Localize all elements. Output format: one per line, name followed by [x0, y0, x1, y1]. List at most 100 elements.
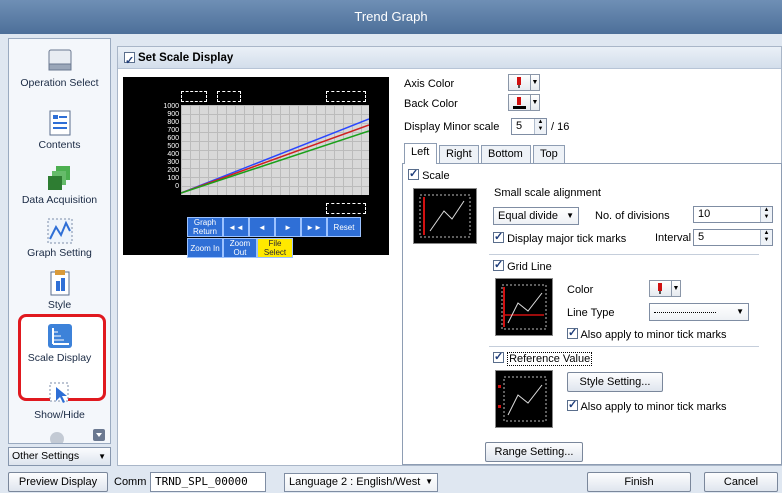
back-color-label: Back Color — [404, 98, 458, 110]
file-select-button[interactable]: File Select — [257, 238, 293, 258]
chevron-down-icon: ▼ — [530, 75, 539, 90]
scale-display-icon — [46, 322, 74, 350]
sidebar-item-show-hide[interactable]: Show/Hide — [9, 379, 110, 421]
zoom-in-button[interactable]: Zoom In — [187, 238, 223, 258]
grid-line-preview-image — [495, 278, 553, 336]
chevron-down-icon: ▼ — [425, 477, 433, 486]
minor-scale-value: 5 — [516, 120, 523, 132]
sidebar-item-label: Show/Hide — [34, 409, 85, 421]
scale-checkbox-row[interactable]: Scale — [408, 167, 450, 182]
spinner-arrows-icon[interactable]: ▲ ▼ — [760, 207, 772, 222]
finish-button[interactable]: Finish — [587, 472, 691, 492]
sidebar-scroll[interactable] — [9, 427, 110, 443]
cancel-button[interactable]: Cancel — [704, 472, 778, 492]
y-tick-label: 300 — [167, 159, 179, 166]
small-scale-alignment-label: Small scale alignment — [494, 187, 601, 199]
set-scale-display-header: Set Scale Display — [118, 47, 781, 72]
style-setting-button[interactable]: Style Setting... — [567, 372, 663, 392]
grid-line-checkbox-row[interactable]: Grid Line — [493, 258, 552, 273]
preview-button-row-2: Zoom In Zoom Out File Select — [187, 238, 293, 258]
other-settings-label: Other Settings — [12, 450, 80, 462]
contents-icon — [46, 109, 74, 137]
tab-top[interactable]: Top — [533, 145, 565, 163]
sidebar-item-scale-display[interactable]: Scale Display — [9, 322, 110, 364]
pen-icon — [658, 283, 662, 294]
line-type-select[interactable]: ▼ — [649, 303, 749, 321]
reset-button[interactable]: Reset — [327, 217, 361, 237]
axis-color-picker[interactable]: ▼ — [508, 74, 540, 91]
sidebar: Operation Select Contents Data Acquisiti… — [8, 38, 111, 444]
sidebar-item-graph-setting[interactable]: Graph Setting — [9, 217, 110, 259]
alignment-select[interactable]: Equal divide ▼ — [493, 207, 579, 225]
reference-also-apply-row[interactable]: Also apply to minor tick marks — [567, 398, 727, 413]
reference-value-label: Reference Value — [507, 352, 593, 366]
tab-right[interactable]: Right — [439, 145, 479, 163]
sidebar-item-operation-select[interactable]: Operation Select — [9, 47, 110, 89]
gear-icon — [49, 429, 105, 443]
dotted-line-icon — [654, 312, 716, 313]
reference-also-apply-label: Also apply to minor tick marks — [580, 401, 727, 413]
reference-value-checkbox[interactable] — [493, 350, 504, 363]
footer-bar: Preview Display Comm TRND_SPL_00000 Lang… — [0, 469, 782, 493]
grid-also-apply-row[interactable]: Also apply to minor tick marks — [567, 326, 727, 341]
tab-bottom[interactable]: Bottom — [481, 145, 531, 163]
y-tick-label: 800 — [167, 119, 179, 126]
comm-label: Comm — [114, 476, 147, 488]
back-color-picker[interactable]: ▼ — [508, 94, 540, 111]
chevron-down-icon: ▼ — [98, 452, 106, 461]
interval-spinner[interactable]: 5 ▲ ▼ — [693, 229, 773, 246]
graph-return-button[interactable]: Graph Return — [187, 217, 223, 237]
reference-also-apply-checkbox[interactable] — [567, 398, 578, 411]
language-select[interactable]: Language 2 : English/West ▼ — [284, 473, 438, 492]
tab-left[interactable]: Left — [404, 143, 437, 164]
comm-field[interactable]: TRND_SPL_00000 — [150, 472, 266, 492]
scale-checkbox[interactable] — [408, 167, 419, 180]
sidebar-item-style[interactable]: Style — [9, 269, 110, 311]
grid-line-label: Grid Line — [507, 261, 552, 273]
chevron-down-icon: ▼ — [671, 281, 680, 296]
display-major-tick-marks-row[interactable]: Display major tick marks — [493, 230, 626, 245]
zoom-out-button[interactable]: Zoom Out — [223, 238, 257, 258]
chevron-down-icon: ▼ — [566, 211, 574, 220]
display-minor-scale-label: Display Minor scale — [404, 121, 500, 133]
grid-color-picker[interactable]: ▼ — [649, 280, 681, 297]
set-scale-display-checkbox[interactable] — [124, 50, 135, 72]
display-major-tick-marks-checkbox[interactable] — [493, 230, 504, 243]
minor-scale-spinner[interactable]: 5 ▲ ▼ — [511, 118, 547, 135]
reference-value-preview-image — [495, 370, 553, 428]
grid-also-apply-checkbox[interactable] — [567, 326, 578, 339]
show-hide-icon — [46, 379, 74, 407]
no-of-divisions-spinner[interactable]: 10 ▲ ▼ — [693, 206, 773, 223]
step-forward-button[interactable]: ► — [275, 217, 301, 237]
preview-display-button[interactable]: Preview Display — [8, 472, 108, 492]
interval-value: 5 — [698, 231, 705, 243]
fast-forward-button[interactable]: ►► — [301, 217, 327, 237]
axis-color-label: Axis Color — [404, 78, 455, 90]
main-panel: Set Scale Display 1000900800700600500400… — [117, 46, 782, 466]
sidebar-item-contents[interactable]: Contents — [9, 109, 110, 151]
sidebar-item-label: Graph Setting — [27, 247, 92, 259]
range-setting-button[interactable]: Range Setting... — [485, 442, 583, 462]
pen-icon — [517, 77, 521, 88]
preview-placeholder — [326, 91, 366, 102]
other-settings-dropdown[interactable]: Other Settings ▼ — [8, 447, 111, 466]
step-back-button[interactable]: ◄ — [249, 217, 275, 237]
y-tick-label: 200 — [167, 167, 179, 174]
rewind-button[interactable]: ◄◄ — [223, 217, 249, 237]
left-tab-panel: Scale Small scale alignment Equal divide… — [402, 163, 782, 465]
no-of-divisions-value: 10 — [698, 208, 711, 220]
spinner-arrows-icon[interactable]: ▲ ▼ — [760, 230, 772, 245]
graph-setting-icon — [46, 217, 74, 245]
y-tick-label: 600 — [167, 135, 179, 142]
grid-line-checkbox[interactable] — [493, 258, 504, 271]
sidebar-item-data-acquisition[interactable]: Data Acquisition — [9, 164, 110, 206]
spinner-arrows-icon[interactable]: ▲ ▼ — [534, 119, 546, 134]
chevron-down-icon: ▼ — [530, 95, 539, 110]
reference-value-checkbox-row[interactable]: Reference Value — [493, 350, 593, 366]
sidebar-item-label: Scale Display — [27, 352, 92, 364]
alignment-value: Equal divide — [498, 210, 558, 222]
scale-label: Scale — [422, 170, 450, 182]
grid-color-label: Color — [567, 284, 594, 296]
no-of-divisions-label: No. of divisions — [595, 210, 670, 222]
preview-placeholder — [326, 203, 366, 214]
